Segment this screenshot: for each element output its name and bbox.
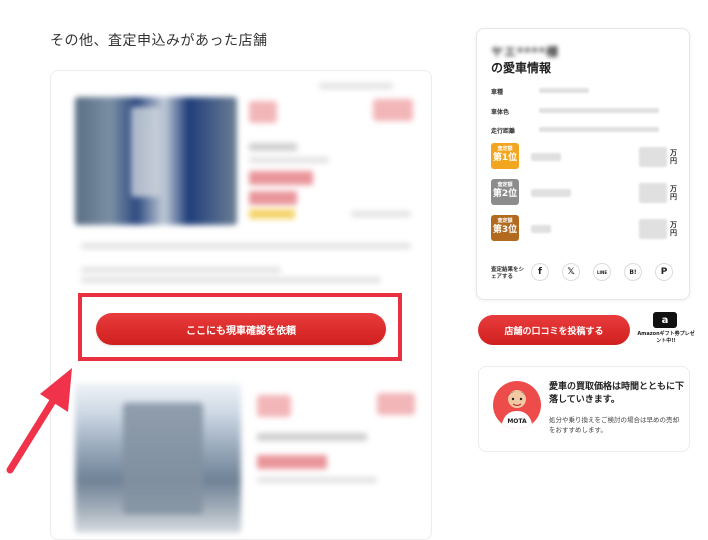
rank-shop-3 bbox=[531, 225, 551, 233]
request-inspection-button[interactable]: ここにも現車確認を依頼 bbox=[96, 313, 386, 345]
shop-price-badge bbox=[377, 393, 415, 415]
share-label: 査定結果をシェアする bbox=[491, 267, 525, 280]
mascot-avatar: MOTA bbox=[493, 381, 541, 429]
shop-price-sub bbox=[249, 191, 297, 205]
x-icon[interactable]: 𝕏 bbox=[562, 263, 580, 281]
shop-photo-detail bbox=[131, 107, 161, 197]
shop-name bbox=[257, 433, 367, 441]
shop-description bbox=[81, 267, 281, 273]
rank-price-3 bbox=[639, 219, 667, 239]
rank-badge-3: 査定額 第3位 bbox=[491, 215, 519, 241]
rank-unit-1: 万円 bbox=[670, 149, 677, 165]
shop-photo-detail bbox=[123, 403, 203, 513]
facebook-icon[interactable]: f bbox=[531, 263, 549, 281]
rank-unit-2: 万円 bbox=[670, 185, 677, 201]
shop-badge bbox=[257, 395, 291, 417]
shop-name bbox=[249, 143, 297, 151]
advice-headline: 愛車の買取価格は時間とともに下落していきます。 bbox=[549, 382, 685, 405]
rank-shop-2 bbox=[531, 189, 571, 197]
shop-description bbox=[81, 277, 381, 283]
spec-value-color bbox=[539, 108, 659, 113]
shop-description bbox=[81, 243, 411, 249]
spec-label-mileage: 走行距離 bbox=[491, 128, 516, 135]
shop-price-badge bbox=[373, 99, 413, 121]
advice-card: MOTA 愛車の買取価格は時間とともに下落していきます。 処分や乗り換えをご検討… bbox=[478, 366, 690, 452]
shop-meta bbox=[319, 83, 393, 89]
rank-price-1 bbox=[639, 147, 667, 167]
line-icon[interactable]: LINE bbox=[593, 263, 611, 281]
section-title: その他、査定申込みがあった店舗 bbox=[50, 33, 268, 49]
spec-label-model: 車種 bbox=[491, 89, 504, 96]
amazon-logo: a bbox=[653, 312, 677, 328]
pointer-arrow-icon bbox=[6, 368, 72, 474]
rank-badge-1: 査定額 第1位 bbox=[491, 143, 519, 169]
shop-price bbox=[257, 455, 327, 469]
spec-value-mileage bbox=[539, 127, 659, 132]
pinterest-icon[interactable]: P bbox=[655, 263, 673, 281]
shop-rating-count bbox=[351, 211, 411, 217]
shop-price bbox=[249, 171, 313, 185]
car-info-card: ヤエ****様 の愛車情報 車種 車体色 走行距離 査定額 第1位 万円 査定額第… bbox=[476, 28, 690, 300]
rank-unit-3: 万円 bbox=[670, 221, 677, 237]
mascot-shirt-text: MOTA bbox=[507, 418, 527, 425]
amazon-gift-text: Amazonギフト券プレゼント中!! bbox=[637, 331, 695, 344]
rank-badge-2: 査定額 第2位 bbox=[491, 179, 519, 205]
spec-value-model bbox=[539, 88, 589, 93]
shop-rating bbox=[249, 209, 295, 219]
shop-detail bbox=[257, 477, 377, 483]
shop-badge bbox=[249, 101, 277, 123]
advice-body: 処分や乗り換えをご検討の場合は早めの売却をおすすめします。 bbox=[549, 416, 679, 434]
owner-name: ヤエ****様 bbox=[491, 45, 560, 59]
rank-price-2 bbox=[639, 183, 667, 203]
post-review-button[interactable]: 店舗の口コミを投稿する bbox=[478, 315, 630, 345]
rank-shop-1 bbox=[531, 153, 561, 161]
shop-detail bbox=[249, 157, 329, 163]
hatena-bookmark-icon[interactable]: B! bbox=[624, 263, 642, 281]
spec-label-color: 車体色 bbox=[491, 109, 510, 116]
car-info-title: の愛車情報 bbox=[491, 61, 552, 75]
